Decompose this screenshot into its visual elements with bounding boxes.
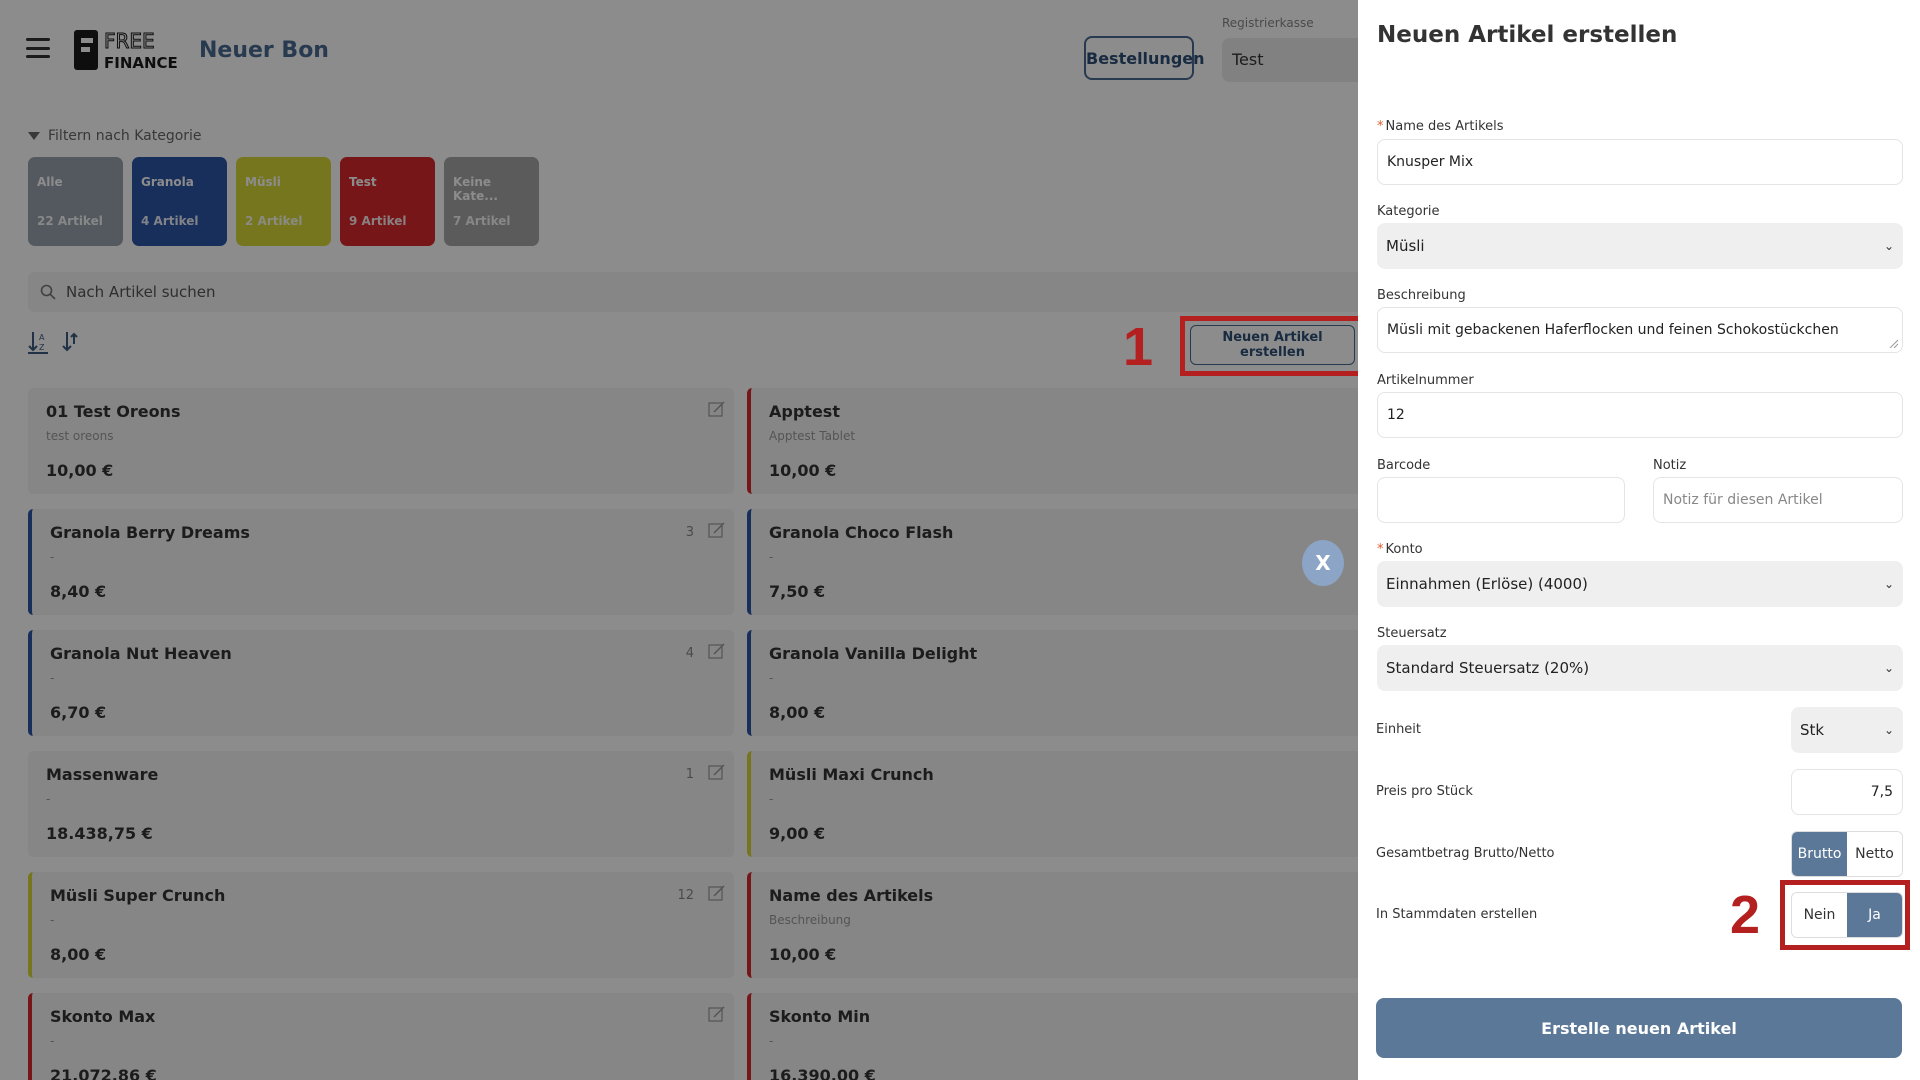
annotation-marker-2: 2 xyxy=(1730,885,1761,945)
name-label: * Name des Artikels xyxy=(1377,119,1504,134)
tax-select[interactable]: Standard Steuersatz (20%) ⌄ xyxy=(1377,645,1903,691)
chevron-down-icon: ⌄ xyxy=(1883,661,1894,675)
required-asterisk-icon: * xyxy=(1377,119,1384,134)
resize-grip-icon[interactable] xyxy=(1888,338,1898,348)
description-value: Müsli mit gebackenen Haferflocken und fe… xyxy=(1387,322,1839,338)
chevron-down-icon: ⌄ xyxy=(1883,577,1894,591)
description-label: Beschreibung xyxy=(1377,288,1466,303)
price-input[interactable]: 7,5 xyxy=(1791,769,1903,815)
account-select[interactable]: Einnahmen (Erlöse) (4000) ⌄ xyxy=(1377,561,1903,607)
tax-value: Standard Steuersatz (20%) xyxy=(1386,659,1590,677)
gross-net-toggle: Brutto Netto xyxy=(1791,831,1903,877)
net-option[interactable]: Netto xyxy=(1847,832,1902,876)
category-label: Kategorie xyxy=(1377,204,1440,219)
article-number-label: Artikelnummer xyxy=(1377,373,1474,388)
account-value: Einnahmen (Erlöse) (4000) xyxy=(1386,575,1588,593)
account-label: * Konto xyxy=(1377,542,1423,557)
annotation-marker-1: 1 xyxy=(1123,317,1154,377)
barcode-input[interactable] xyxy=(1377,477,1625,523)
description-textarea[interactable]: Müsli mit gebackenen Haferflocken und fe… xyxy=(1377,307,1903,353)
unit-value: Stk xyxy=(1800,721,1825,739)
required-asterisk-icon: * xyxy=(1377,542,1384,557)
category-value: Müsli xyxy=(1386,237,1425,255)
note-input[interactable]: Notiz für diesen Artikel xyxy=(1653,477,1903,523)
note-label: Notiz xyxy=(1653,458,1687,473)
article-number-input[interactable]: 12 xyxy=(1377,392,1903,438)
chevron-down-icon: ⌄ xyxy=(1883,239,1894,253)
gross-net-label: Gesamtbetrag Brutto/Netto xyxy=(1376,846,1555,861)
category-select[interactable]: Müsli ⌄ xyxy=(1377,223,1903,269)
tax-label: Steuersatz xyxy=(1377,626,1447,641)
note-placeholder: Notiz für diesen Artikel xyxy=(1663,492,1823,508)
gross-option[interactable]: Brutto xyxy=(1792,832,1847,876)
unit-select[interactable]: Stk ⌄ xyxy=(1791,707,1903,753)
close-panel-button[interactable]: X xyxy=(1302,540,1344,586)
panel-title: Neuen Artikel erstellen xyxy=(1377,22,1678,48)
price-label: Preis pro Stück xyxy=(1376,784,1473,799)
create-article-submit-button[interactable]: Erstelle neuen Artikel xyxy=(1376,998,1902,1058)
unit-label: Einheit xyxy=(1376,722,1422,737)
annotation-highlight-2 xyxy=(1780,880,1910,950)
article-name-input[interactable]: Knusper Mix xyxy=(1377,139,1903,185)
master-data-label: In Stammdaten erstellen xyxy=(1376,907,1538,922)
chevron-down-icon: ⌄ xyxy=(1883,723,1894,737)
barcode-label: Barcode xyxy=(1377,458,1431,473)
annotation-highlight-1 xyxy=(1180,316,1367,376)
